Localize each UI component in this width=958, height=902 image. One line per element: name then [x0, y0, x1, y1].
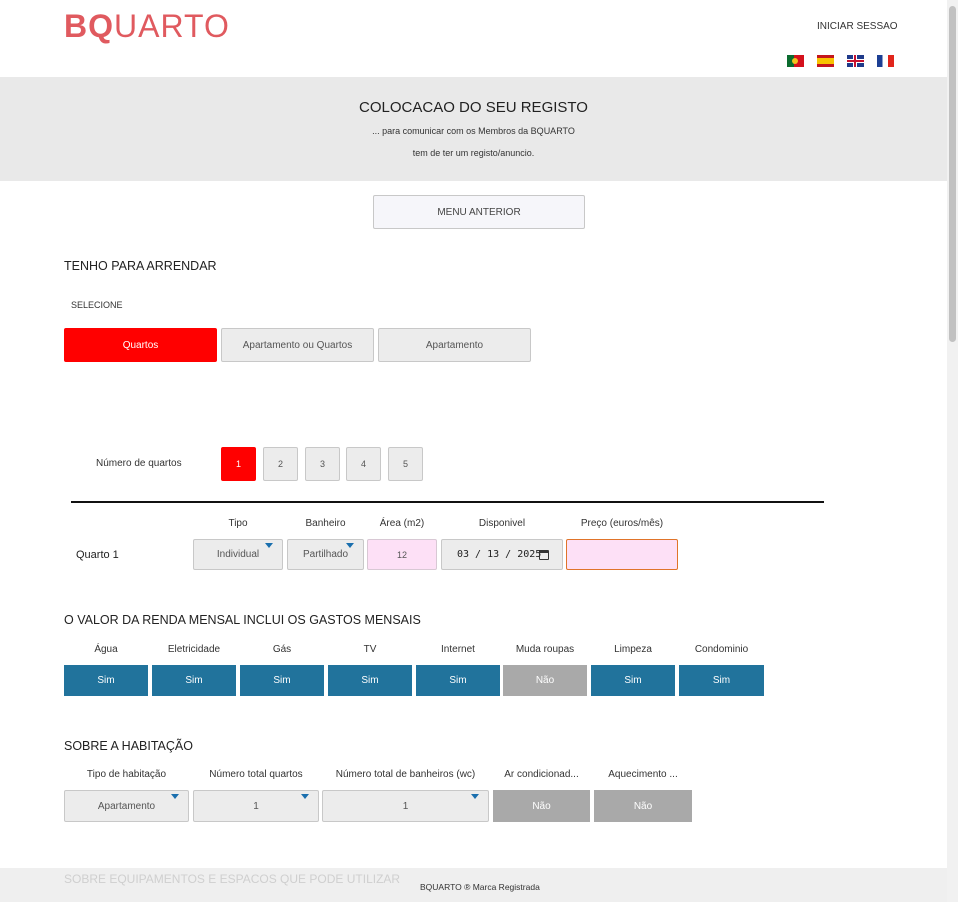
utility-agua-toggle[interactable]: Sim [64, 665, 148, 696]
utility-internet-label: Internet [441, 644, 475, 655]
scrollbar[interactable] [947, 0, 958, 902]
utility-gas-toggle[interactable]: Sim [240, 665, 324, 696]
col-header-preco: Preço (euros/mês) [580, 518, 664, 529]
banner-subtitle-1: ... para comunicar com os Membros da BQU… [372, 126, 575, 136]
bathroom-value: Partilhado [302, 549, 349, 560]
page: BQUARTO INICIAR SESSAO COLOCACAO DO SEU … [0, 0, 958, 902]
room-type-select[interactable]: Individual [193, 539, 283, 570]
utilities-title: O VALOR DA RENDA MENSAL INCLUI OS GASTOS… [64, 613, 421, 627]
utility-limpeza-toggle[interactable]: Sim [591, 665, 675, 696]
scrollbar-thumb[interactable] [949, 6, 956, 342]
utility-condominio-toggle[interactable]: Sim [679, 665, 764, 696]
login-link[interactable]: INICIAR SESSAO [817, 21, 898, 32]
total-rooms-value: 1 [253, 800, 259, 812]
total-bathrooms-select[interactable]: 1 [322, 790, 489, 822]
fr-flag-icon[interactable] [877, 55, 894, 67]
logo-rest-part: UARTO [114, 8, 230, 44]
utility-muda-roupas-toggle[interactable]: Não [503, 665, 587, 696]
option-apartamento-ou-quartos-button[interactable]: Apartamento ou Quartos [221, 328, 374, 362]
habitacao-title: SOBRE A HABITAÇÃO [64, 739, 193, 753]
price-input[interactable] [566, 539, 678, 570]
col-header-banheiro: Banheiro [305, 518, 346, 529]
col-header-total-quartos: Número total quartos [209, 769, 303, 780]
utility-gas-label: Gás [272, 644, 292, 655]
previous-menu-button[interactable]: MENU ANTERIOR [373, 195, 585, 229]
utility-eletricidade-toggle[interactable]: Sim [152, 665, 236, 696]
col-header-disponivel: Disponivel [478, 518, 526, 529]
room-count-2-button[interactable]: 2 [263, 447, 298, 481]
option-apartamento-button[interactable]: Apartamento [378, 328, 531, 362]
dropdown-arrow-icon [471, 794, 479, 799]
dropdown-arrow-icon [265, 543, 273, 548]
room-type-value: Individual [216, 549, 260, 560]
total-bathrooms-value: 1 [402, 800, 409, 812]
col-header-area: Área (m2) [379, 518, 425, 529]
utility-tv-toggle[interactable]: Sim [328, 665, 412, 696]
banner-title: COLOCACAO DO SEU REGISTO [359, 99, 588, 116]
uk-flag-icon[interactable] [847, 55, 864, 67]
area-input[interactable]: 12 [367, 539, 437, 570]
utility-tv-label: TV [363, 644, 377, 655]
col-header-tipo: Tipo [228, 518, 248, 529]
col-header-tipo-habitacao: Tipo de habitação [86, 769, 167, 780]
dropdown-arrow-icon [171, 794, 179, 799]
room-count-1-button[interactable]: 1 [221, 447, 256, 481]
available-date-input[interactable]: 03 / 13 / 2025 [441, 539, 563, 570]
logo[interactable]: BQUARTO [64, 8, 230, 45]
utility-agua-label: Água [94, 644, 118, 655]
room-count-3-button[interactable]: 3 [305, 447, 340, 481]
room-row-label: Quarto 1 [76, 549, 119, 561]
footer: SOBRE EQUIPAMENTOS E ESPACOS QUE PODE UT… [0, 868, 947, 902]
room-count-5-button[interactable]: 5 [388, 447, 423, 481]
col-header-aquecimento: Aquecimento ... [608, 769, 678, 780]
equipment-section-title: SOBRE EQUIPAMENTOS E ESPACOS QUE PODE UT… [64, 872, 401, 886]
room-count-4-button[interactable]: 4 [346, 447, 381, 481]
pt-flag-icon[interactable] [787, 55, 804, 67]
rent-section-title: TENHO PARA ARRENDAR [64, 259, 217, 273]
bathroom-select[interactable]: Partilhado [287, 539, 364, 570]
utility-limpeza-label: Limpeza [614, 644, 652, 655]
banner: COLOCACAO DO SEU REGISTO ... para comuni… [0, 77, 947, 181]
es-flag-icon[interactable] [817, 55, 834, 67]
banner-subtitle-2: tem de ter um registo/anuncio. [412, 148, 535, 158]
available-date-value: 03 / 13 / 2025 [457, 549, 542, 560]
total-rooms-select[interactable]: 1 [193, 790, 319, 822]
air-conditioning-toggle[interactable]: Não [493, 790, 590, 822]
calendar-icon[interactable] [539, 550, 549, 560]
dropdown-arrow-icon [346, 543, 354, 548]
utility-condominio-label: Condominio [694, 644, 749, 655]
utility-eletricidade-label: Eletricidade [167, 644, 221, 655]
room-count-label: Número de quartos [96, 458, 182, 469]
col-header-total-banheiros: Número total de banheiros (wc) [335, 769, 476, 780]
heating-toggle[interactable]: Não [594, 790, 692, 822]
utility-muda-roupas-label: Muda roupas [515, 644, 575, 655]
col-header-ar-condicionado: Ar condicionad... [504, 769, 579, 780]
logo-bold-part: BQ [64, 8, 114, 44]
utility-internet-toggle[interactable]: Sim [416, 665, 500, 696]
footer-brand: BQUARTO ® Marca Registrada [420, 882, 540, 892]
dropdown-arrow-icon [301, 794, 309, 799]
option-quartos-button[interactable]: Quartos [64, 328, 217, 362]
select-label: SELECIONE [71, 300, 123, 310]
housing-type-value: Apartamento [97, 800, 156, 812]
housing-type-select[interactable]: Apartamento [64, 790, 189, 822]
divider [71, 501, 824, 503]
